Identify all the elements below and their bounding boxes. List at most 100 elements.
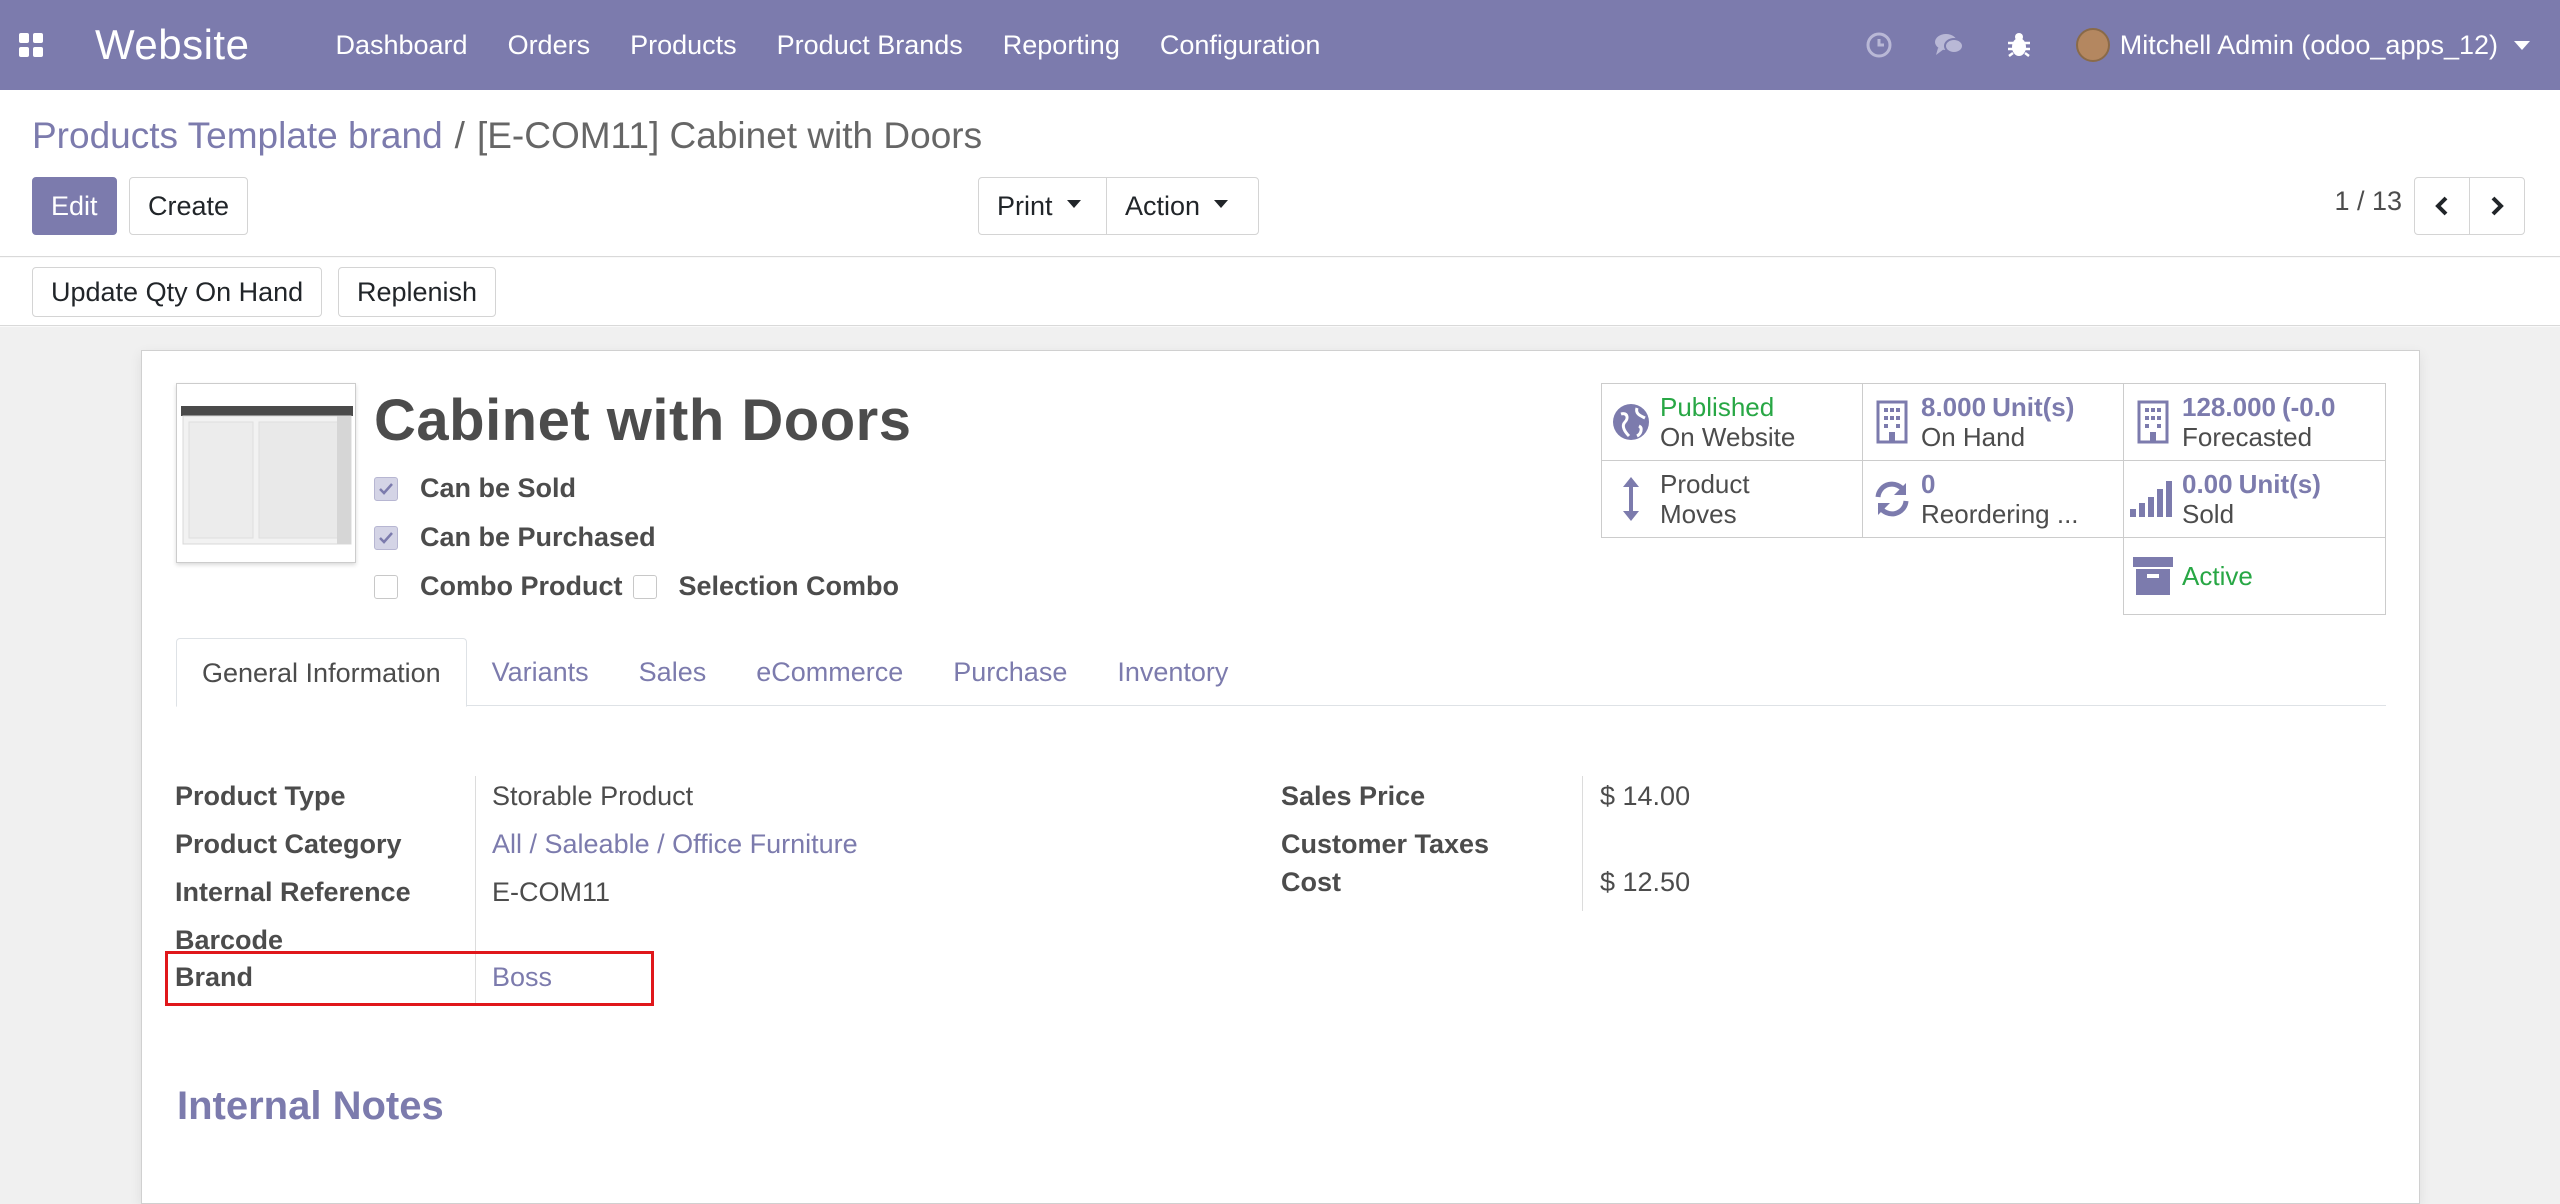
refresh-icon: [1875, 481, 1909, 517]
forecasted-label: Forecasted: [2182, 422, 2313, 452]
sales-price-label: Sales Price: [1281, 781, 1426, 811]
product-moves-line1: Product: [1660, 469, 1750, 499]
sold-value: 0.00: [2182, 469, 2233, 499]
globe-icon: [1613, 404, 1649, 440]
navbar-systray: Mitchell Admin (odoo_apps_12): [1844, 0, 2530, 90]
chevron-right-icon: [2491, 196, 2504, 216]
form-sheet: Cabinet with Doors Can be Sold Can be Pu…: [141, 350, 2420, 1204]
combo-product-row: Combo Product Selection Combo: [374, 571, 899, 602]
on-hand-unit: Unit(s): [1992, 392, 2075, 422]
customer-taxes-label: Customer Taxes: [1281, 829, 1490, 859]
edit-button[interactable]: Edit: [32, 177, 117, 235]
cost-label: Cost: [1281, 867, 1341, 897]
menu-products[interactable]: Products: [610, 0, 757, 90]
internal-notes-title: Internal Notes: [177, 1084, 444, 1128]
main-menu: Dashboard Orders Products Product Brands…: [315, 0, 1340, 90]
action-label: Action: [1125, 191, 1201, 221]
brand-highlight-box: [165, 951, 654, 1006]
on-hand-value: 8.000: [1921, 392, 1987, 422]
internal-reference-value[interactable]: E-COM11: [492, 877, 610, 908]
chevron-left-icon: [2435, 196, 2448, 216]
signal-bars-icon: [2130, 481, 2172, 517]
on-hand-label: On Hand: [1921, 422, 2026, 452]
combo-product-label: Combo Product: [420, 571, 623, 601]
product-image[interactable]: [176, 383, 356, 563]
can-be-purchased-checkbox[interactable]: [374, 525, 398, 550]
sold-smart-button[interactable]: 0.00 Unit(s) Sold: [2123, 460, 2386, 538]
published-label: On Website: [1660, 422, 1796, 452]
building-icon: [1876, 400, 1908, 444]
archive-icon: [2133, 557, 2173, 595]
on-hand-smart-button[interactable]: 8.000 Unit(s) On Hand: [1862, 383, 2124, 461]
can-be-sold-label: Can be Sold: [420, 473, 577, 503]
published-status: Published: [1660, 392, 1775, 422]
user-name[interactable]: Mitchell Admin (odoo_apps_12): [2120, 30, 2498, 61]
selection-combo-label: Selection Combo: [678, 571, 900, 601]
menu-reporting[interactable]: Reporting: [983, 0, 1140, 90]
pager-value[interactable]: 1 / 13: [2334, 186, 2402, 217]
tab-sales[interactable]: Sales: [614, 638, 732, 706]
can-be-sold-checkbox[interactable]: [374, 476, 398, 501]
pager-next-button[interactable]: [2469, 177, 2525, 235]
reordering-smart-button[interactable]: 0 Reordering ...: [1862, 460, 2124, 538]
notebook-tabs: General Information Variants Sales eComm…: [176, 638, 2386, 707]
bug-icon[interactable]: [1984, 0, 2054, 90]
can-be-purchased-label: Can be Purchased: [420, 522, 656, 552]
chat-icon[interactable]: [1914, 0, 1984, 90]
product-moves-smart-button[interactable]: Product Moves: [1601, 460, 1863, 538]
sold-label: Sold: [2182, 499, 2235, 529]
active-toggle-button[interactable]: Active: [2123, 537, 2386, 615]
can-be-purchased-row: Can be Purchased: [374, 522, 656, 553]
product-category-value[interactable]: All / Saleable / Office Furniture: [492, 829, 858, 860]
product-category-label: Product Category: [175, 829, 402, 859]
selection-combo-checkbox[interactable]: [632, 574, 657, 599]
user-avatar[interactable]: [2075, 28, 2110, 62]
menu-orders[interactable]: Orders: [488, 0, 611, 90]
forecasted-smart-button[interactable]: 128.000 (-0.0 Forecasted: [2123, 383, 2386, 461]
product-moves-line2: Moves: [1660, 499, 1737, 529]
breadcrumb-current: [E-COM11] Cabinet with Doors: [476, 115, 983, 156]
tab-general-information[interactable]: General Information: [176, 638, 467, 707]
tab-variants[interactable]: Variants: [467, 638, 614, 706]
building-icon: [2137, 400, 2169, 444]
menu-dashboard[interactable]: Dashboard: [315, 0, 487, 90]
published-smart-button[interactable]: Published On Website: [1601, 383, 1863, 461]
sales-price-value[interactable]: $ 14.00: [1600, 781, 1690, 812]
forecasted-value: 128.000: [2182, 392, 2276, 422]
app-name: Website: [95, 21, 250, 68]
menu-configuration[interactable]: Configuration: [1140, 0, 1341, 90]
arrows-vertical-icon: [1623, 477, 1639, 521]
reordering-label: Reordering ...: [1921, 499, 2079, 529]
clock-icon[interactable]: [1844, 0, 1914, 90]
action-dropdown[interactable]: Action: [1106, 177, 1259, 235]
breadcrumb: Products Template brand / [E-COM11] Cabine…: [32, 115, 982, 157]
print-chevron-icon: [1066, 199, 1081, 208]
tab-inventory[interactable]: Inventory: [1092, 638, 1253, 706]
right-field-divider: [1582, 776, 1583, 911]
forecasted-unit: (-0.0: [2281, 392, 2336, 422]
internal-reference-label: Internal Reference: [175, 877, 411, 907]
apps-menu-icon[interactable]: [0, 0, 62, 90]
pager-previous-button[interactable]: [2414, 177, 2470, 235]
cost-value[interactable]: $ 12.50: [1600, 867, 1690, 898]
print-label: Print: [997, 191, 1053, 221]
action-chevron-icon: [1214, 199, 1229, 208]
combo-product-checkbox[interactable]: [374, 574, 398, 599]
tab-purchase[interactable]: Purchase: [928, 638, 1092, 706]
menu-product-brands[interactable]: Product Brands: [757, 0, 983, 90]
product-name: Cabinet with Doors: [374, 388, 912, 453]
breadcrumb-parent[interactable]: Products Template brand: [32, 115, 443, 156]
active-label: Active: [2182, 561, 2253, 591]
create-button[interactable]: Create: [129, 177, 249, 235]
user-menu-chevron-icon[interactable]: [2514, 40, 2530, 50]
breadcrumb-separator: /: [454, 115, 465, 156]
print-dropdown[interactable]: Print: [978, 177, 1108, 235]
tab-ecommerce[interactable]: eCommerce: [731, 638, 928, 706]
reordering-value: 0: [1921, 469, 1936, 499]
replenish-button[interactable]: Replenish: [338, 267, 497, 317]
update-qty-on-hand-button[interactable]: Update Qty On Hand: [32, 267, 323, 317]
product-type-label: Product Type: [175, 781, 346, 811]
sold-unit: Unit(s): [2238, 469, 2321, 499]
product-type-value[interactable]: Storable Product: [492, 781, 693, 812]
control-panel: Products Template brand / [E-COM11] Cabine…: [0, 90, 2560, 257]
